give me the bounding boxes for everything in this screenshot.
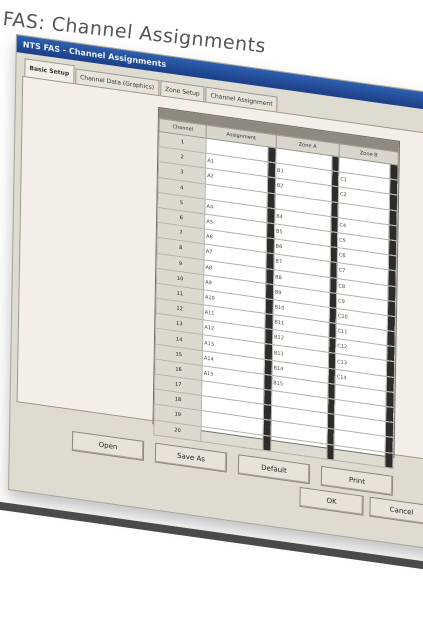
ok-button[interactable]: OK bbox=[299, 486, 364, 516]
channel-assignment-grid: Channel Assignment Zone A Zone B 1 2 A1 B1 C… bbox=[152, 106, 401, 469]
zone-b-dropdown-button[interactable] bbox=[390, 179, 398, 196]
zone-b-dropdown-button[interactable] bbox=[387, 315, 396, 332]
zone-b-dropdown-button[interactable] bbox=[389, 209, 398, 226]
perspective-stage: NTS FAS - Channel Assignments Basic Setu… bbox=[0, 34, 423, 620]
default-button[interactable]: Default bbox=[237, 454, 311, 485]
zone-b-dropdown-button[interactable] bbox=[389, 194, 398, 211]
zone-b-dropdown-button[interactable] bbox=[387, 330, 396, 347]
zone-b-dropdown-button[interactable] bbox=[388, 239, 397, 257]
zone-b-dropdown-button[interactable] bbox=[387, 300, 396, 317]
save-as-button[interactable]: Save As bbox=[154, 442, 228, 473]
open-button[interactable]: Open bbox=[71, 430, 145, 461]
zone-b-dropdown-button[interactable] bbox=[386, 376, 395, 393]
zone-b-dropdown-button[interactable] bbox=[385, 436, 394, 453]
zone-b-dropdown-button[interactable] bbox=[389, 224, 398, 241]
zone-b-dropdown-button[interactable] bbox=[386, 406, 394, 423]
zone-b-dropdown-button[interactable] bbox=[388, 254, 397, 272]
zone-b-dropdown-button[interactable] bbox=[385, 421, 394, 438]
zone-b-dropdown-button[interactable] bbox=[390, 164, 399, 181]
zone-b-dropdown-button[interactable] bbox=[386, 361, 395, 378]
zone-b-dropdown-button[interactable] bbox=[388, 285, 396, 302]
zone-b-dropdown-button[interactable] bbox=[388, 270, 397, 287]
zone-b-dropdown-button[interactable] bbox=[387, 345, 395, 363]
cancel-button[interactable]: Cancel bbox=[369, 496, 423, 526]
application-window: NTS FAS - Channel Assignments Basic Setu… bbox=[8, 34, 423, 557]
zone-b-dropdown-button[interactable] bbox=[385, 451, 394, 469]
table-body: 1 2 A1 B1 C1 3 A2 B2 C2 4 5 A4 B4 C4 6 A5 B5 C5 7 A6 B6 C6 8 A7… bbox=[153, 131, 399, 469]
assignment-table: Channel Assignment Zone A Zone B 1 2 A1 B1 C… bbox=[153, 118, 399, 469]
zone-b-dropdown-button[interactable] bbox=[386, 391, 395, 408]
